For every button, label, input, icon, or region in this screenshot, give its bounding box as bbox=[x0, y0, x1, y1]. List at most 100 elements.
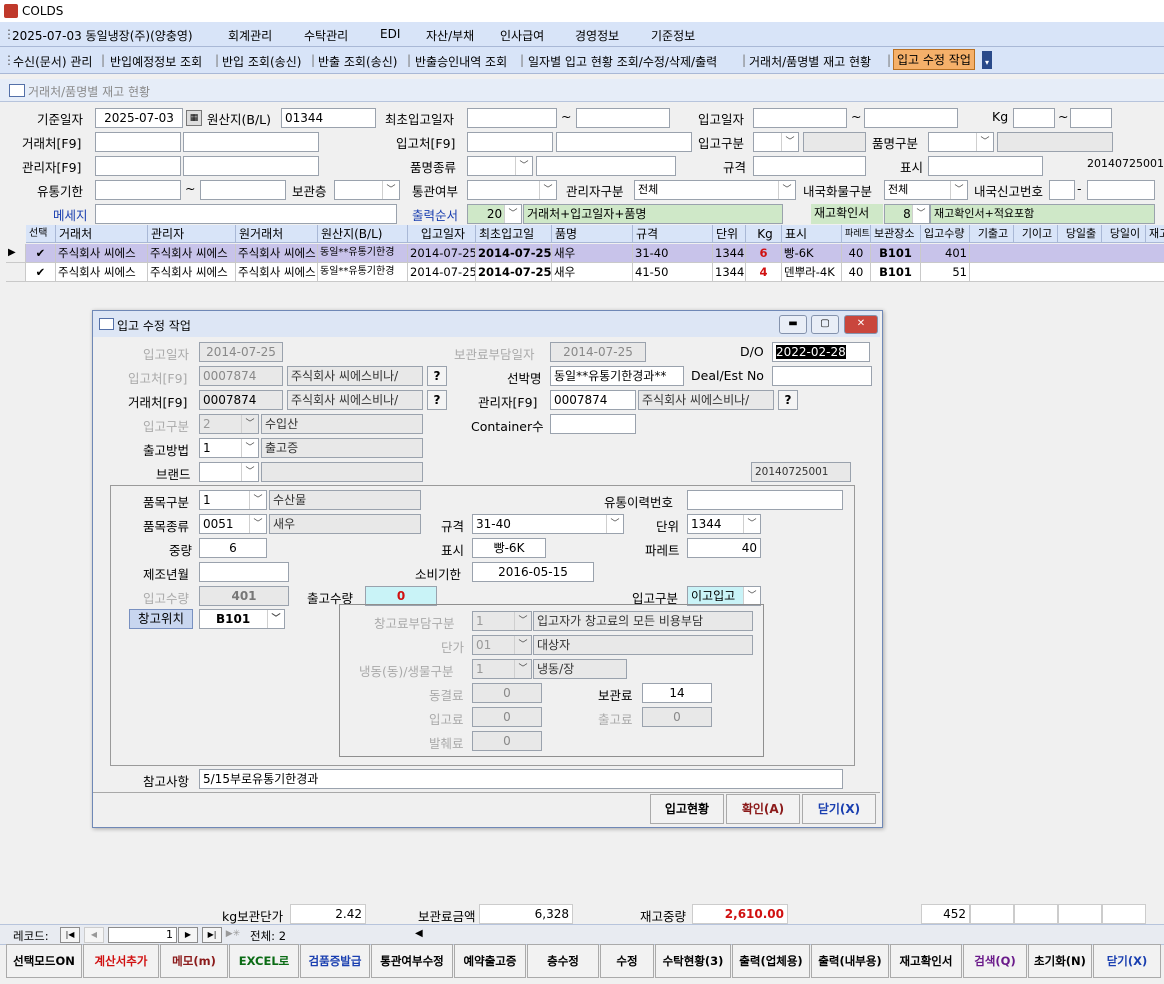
item-kind-select[interactable]: ﹀ bbox=[467, 156, 533, 176]
storage-floor-select[interactable]: ﹀ bbox=[334, 180, 400, 200]
spec-select[interactable]: 31-40 ﹀ bbox=[472, 514, 624, 534]
cell-mark[interactable]: 덴뿌라-4K bbox=[782, 263, 842, 282]
inbound-status-button[interactable]: 입고현황 bbox=[650, 794, 724, 824]
domestic-no-2[interactable] bbox=[1087, 180, 1155, 200]
cell-kg[interactable]: 6 bbox=[746, 244, 782, 263]
client-lookup-button[interactable]: ? bbox=[427, 390, 447, 410]
col-header-origin[interactable]: 원산지(B/L) bbox=[318, 225, 408, 243]
col-header-orig-client[interactable]: 원거래처 bbox=[236, 225, 318, 243]
manager-code[interactable] bbox=[95, 156, 181, 176]
pallet-input[interactable]: 40 bbox=[687, 538, 761, 558]
item-type-select[interactable]: 1 ﹀ bbox=[199, 490, 267, 510]
cell-empty[interactable] bbox=[970, 263, 1164, 282]
tab-inbound-plan[interactable]: 반입예정정보 조회 bbox=[110, 53, 202, 70]
mark-input[interactable]: 빵-6K bbox=[472, 538, 546, 558]
add-invoice-button[interactable]: 계산서추가 bbox=[83, 944, 159, 978]
col-header-spec[interactable]: 규격 bbox=[633, 225, 713, 243]
kg-from[interactable] bbox=[1013, 108, 1055, 128]
row-checkbox[interactable]: ✔ bbox=[26, 263, 56, 282]
weight-input[interactable]: 6 bbox=[199, 538, 267, 558]
location-select[interactable]: B101 ﹀ bbox=[199, 609, 285, 629]
ship-input[interactable]: 동일**유통기한경과** bbox=[550, 366, 684, 386]
next-record-icon[interactable]: ▶ bbox=[178, 927, 198, 943]
stock-place-name[interactable] bbox=[556, 132, 692, 152]
close-form-button[interactable]: 닫기(X) bbox=[1093, 944, 1161, 978]
kg-to[interactable] bbox=[1070, 108, 1112, 128]
row-selector-icon[interactable]: ▶ bbox=[6, 244, 26, 263]
edit-button[interactable]: 수정 bbox=[600, 944, 654, 978]
col-header-client[interactable]: 거래처 bbox=[56, 225, 148, 243]
location-label-box[interactable]: 창고위치 bbox=[129, 609, 193, 629]
col-header-select[interactable]: 선택 bbox=[26, 225, 56, 243]
in-date-from[interactable] bbox=[753, 108, 847, 128]
domestic-no-1[interactable] bbox=[1049, 180, 1075, 200]
cell-client[interactable]: 주식회사 씨에스 bbox=[56, 263, 148, 282]
col-header-mark[interactable]: 표시 bbox=[782, 225, 842, 243]
cell-empty[interactable] bbox=[970, 244, 1164, 263]
col-header-in-qty[interactable]: 입고수량 bbox=[921, 225, 970, 243]
col-header-location[interactable]: 보관장소 bbox=[871, 225, 921, 243]
cell-location[interactable]: B101 bbox=[871, 263, 921, 282]
cell-spec[interactable]: 41-50 bbox=[633, 263, 713, 282]
col-header-manager[interactable]: 관리자 bbox=[148, 225, 236, 243]
note-input[interactable]: 5/15부로유통기한경과 bbox=[199, 769, 843, 789]
memo-button[interactable]: 메모(m) bbox=[160, 944, 228, 978]
tab-outbound-approval[interactable]: 반출승인내역 조회 bbox=[415, 53, 507, 70]
customs-select[interactable]: ﹀ bbox=[467, 180, 557, 200]
col-header-stock[interactable]: 재고 bbox=[1146, 225, 1164, 243]
col-header-kg[interactable]: Kg bbox=[746, 225, 782, 243]
col-header-item[interactable]: 품명 bbox=[552, 225, 633, 243]
do-input[interactable]: 2022-02-28 bbox=[772, 342, 870, 362]
client-name[interactable] bbox=[183, 132, 319, 152]
cell-item[interactable]: 새우 bbox=[552, 263, 633, 282]
cell-first-in[interactable]: 2014-07-25 bbox=[476, 263, 552, 282]
new-record-icon[interactable]: ▶✳ bbox=[224, 927, 242, 941]
row-selector[interactable] bbox=[6, 263, 26, 282]
col-header-today-move[interactable]: 당일이 bbox=[1102, 225, 1146, 243]
in-date-to[interactable] bbox=[864, 108, 958, 128]
inspection-cert-button[interactable]: 검품증발급 bbox=[300, 944, 370, 978]
cell-item[interactable]: 새우 bbox=[552, 244, 633, 263]
tab-inbound-edit[interactable]: 입고 수정 작업 bbox=[893, 49, 975, 70]
cell-mark[interactable]: 빵-6K bbox=[782, 244, 842, 263]
cell-in-qty[interactable]: 51 bbox=[921, 263, 970, 282]
menu-consign[interactable]: 수탁관리 bbox=[304, 27, 348, 44]
close-icon[interactable]: ✕ bbox=[844, 315, 878, 334]
cell-orig-client[interactable]: 주식회사 씨에스 bbox=[236, 263, 318, 282]
cell-origin[interactable]: 동일**유통기한경 bbox=[318, 244, 408, 263]
print-client-button[interactable]: 출력(업체용) bbox=[732, 944, 810, 978]
cell-first-in[interactable]: 2014-07-25 bbox=[476, 244, 552, 263]
cell-pallet[interactable]: 40 bbox=[842, 244, 871, 263]
reset-button[interactable]: 초기화(N) bbox=[1028, 944, 1092, 978]
menu-assets[interactable]: 자산/부채 bbox=[426, 27, 474, 44]
menu-hr[interactable]: 인사급여 bbox=[500, 27, 544, 44]
manager-lookup-button[interactable]: ? bbox=[778, 390, 798, 410]
prev-record-icon[interactable]: ◀ bbox=[84, 927, 104, 943]
cell-pallet[interactable]: 40 bbox=[842, 263, 871, 282]
menu-management[interactable]: 경영정보 bbox=[575, 27, 619, 44]
col-header-first-in[interactable]: 최초입고일 bbox=[476, 225, 552, 243]
col-header-prior-out[interactable]: 기출고 bbox=[970, 225, 1014, 243]
in-type-select[interactable]: ﹀ bbox=[753, 132, 799, 152]
stock-confirm-button[interactable]: 재고확인서 bbox=[890, 944, 962, 978]
message-input[interactable] bbox=[95, 204, 397, 224]
cell-orig-client[interactable]: 주식회사 씨에스 bbox=[236, 244, 318, 263]
excel-button[interactable]: EXCEL로 bbox=[229, 944, 299, 978]
calendar-icon[interactable]: ▦ bbox=[186, 110, 202, 126]
toolbar-overflow-icon[interactable]: ▾ bbox=[982, 51, 992, 69]
cell-spec[interactable]: 31-40 bbox=[633, 244, 713, 263]
tab-daily-inbound[interactable]: 일자별 입고 현황 조회/수정/삭제/출력 bbox=[528, 53, 717, 70]
col-header-unit[interactable]: 단위 bbox=[713, 225, 746, 243]
expire-from[interactable] bbox=[95, 180, 181, 200]
manager-code[interactable]: 0007874 bbox=[550, 390, 636, 410]
search-button[interactable]: 검색(Q) bbox=[963, 944, 1027, 978]
spec-input[interactable] bbox=[753, 156, 866, 176]
cell-in-date[interactable]: 2014-07-25 bbox=[408, 263, 476, 282]
menu-company[interactable]: 2025-07-03 동일냉장(주)(양충영) bbox=[12, 27, 193, 44]
col-header-today-out[interactable]: 당일출 bbox=[1058, 225, 1102, 243]
menu-accounting[interactable]: 회계관리 bbox=[228, 27, 272, 44]
manager-name[interactable] bbox=[183, 156, 319, 176]
floor-edit-button[interactable]: 층수정 bbox=[527, 944, 599, 978]
maximize-icon[interactable]: ▢ bbox=[811, 315, 839, 334]
origin-input[interactable]: 01344 bbox=[281, 108, 376, 128]
